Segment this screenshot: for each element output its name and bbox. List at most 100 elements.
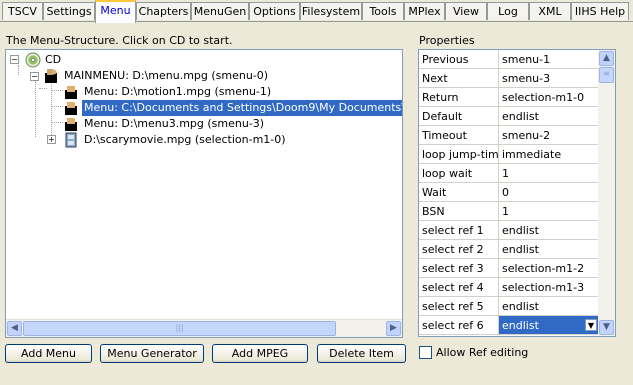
collapse-icon[interactable]: − [10,55,19,64]
tab-iihs-help[interactable]: IIHS Help [571,2,629,20]
property-name: Wait [419,183,499,202]
property-value[interactable]: smenu-2 [499,126,599,145]
tab-chapters[interactable]: Chapters [136,2,191,20]
property-name: Next [419,69,499,88]
tree-node-menu-1[interactable]: Menu: D:\motion1.mpg (smenu-1) [82,84,273,100]
scrollbar-thumb[interactable]: ||| [23,321,336,336]
property-row[interactable]: select ref 3 selection-m1-2 [419,259,599,278]
property-value[interactable]: endlist [499,297,599,316]
tree-line [51,122,63,123]
tab-settings[interactable]: Settings [43,2,95,20]
scrollbar-thumb[interactable]: ≡ [599,67,614,83]
property-value[interactable]: selection-m1-0 [499,88,599,107]
property-name: select ref 3 [419,259,499,278]
property-row[interactable]: loop jump-timing immediate [419,145,599,164]
property-row[interactable]: loop wait 1 [419,164,599,183]
property-value[interactable]: endlist [499,221,599,240]
tree-line [35,81,36,137]
property-row[interactable]: Previous smenu-1 [419,50,599,69]
property-name: loop jump-timing [419,145,499,164]
property-row[interactable]: Default endlist [419,107,599,126]
property-row[interactable]: select ref 1 endlist [419,221,599,240]
tab-menugen[interactable]: MenuGen [191,2,249,20]
dropdown-arrow-icon[interactable]: ▼ [585,319,597,331]
allow-ref-editing-checkbox[interactable] [419,346,432,359]
scroll-right-icon[interactable]: ▶ [386,321,401,336]
property-row[interactable]: select ref 4 selection-m1-3 [419,278,599,297]
scroll-down-icon[interactable]: ▼ [599,320,614,335]
property-name: Timeout [419,126,499,145]
add-menu-button[interactable]: Add Menu [5,344,92,363]
property-value[interactable]: endlist [499,240,599,259]
property-name: Return [419,88,499,107]
properties-grid[interactable]: Previous smenu-1 Next smenu-3 Return sel… [418,49,616,337]
property-value[interactable]: smenu-1 [499,50,599,69]
tab-tools[interactable]: Tools [362,2,404,20]
tree-line [51,79,52,143]
property-row[interactable]: Return selection-m1-0 [419,88,599,107]
tab-xml[interactable]: XML [529,2,571,20]
property-name: select ref 6 [419,316,499,335]
tree-node-menu-2[interactable]: Menu: C:\Documents and Settings\Doom9\My… [82,100,402,116]
tree-node-movie[interactable]: D:\scarymovie.mpg (selection-m1-0) [82,132,288,148]
tab-filesystem[interactable]: Filesystem [300,2,362,20]
tab-mplex[interactable]: MPlex [404,2,445,20]
property-value[interactable]: endlist [499,107,599,126]
film-icon [65,132,77,148]
delete-item-button[interactable]: Delete Item [317,344,406,363]
menu-page-icon [65,102,77,115]
properties-vertical-scrollbar[interactable]: ▲ ≡ ▼ [598,50,615,336]
property-value[interactable]: 1 [499,164,599,183]
property-value[interactable]: selection-m1-3 [499,278,599,297]
menu-folder-icon [45,69,57,83]
property-name: select ref 5 [419,297,499,316]
property-name: Previous [419,50,499,69]
tab-log[interactable]: Log [487,2,529,20]
menu-generator-button[interactable]: Menu Generator [100,344,204,363]
tree-node-cd[interactable]: CD [45,52,61,68]
tab-tscv[interactable]: TSCV [2,2,43,20]
expand-icon[interactable]: + [47,135,56,144]
property-row[interactable]: Next smenu-3 [419,69,599,88]
tab-view[interactable]: View [445,2,487,20]
menu-tree[interactable]: − CD − MAINMENU: D:\menu.mpg (smenu-0) M… [5,49,403,338]
tree-line [18,65,19,75]
menu-page-icon [65,86,77,99]
tree-line [51,106,63,107]
property-row[interactable]: select ref 6 endlist ▼ [419,316,599,335]
menu-page-icon [65,118,77,131]
property-value[interactable]: 0 [499,183,599,202]
tab-options[interactable]: Options [249,2,300,20]
tree-node-menu-3[interactable]: Menu: D:\menu3.mpg (smenu-3) [82,116,266,132]
property-name: loop wait [419,164,499,183]
property-value[interactable]: immediate [499,145,599,164]
scroll-up-icon[interactable]: ▲ [599,51,614,66]
property-row[interactable]: select ref 5 endlist [419,297,599,316]
property-name: select ref 4 [419,278,499,297]
tab-bar: TSCV Settings Menu Chapters MenuGen Opti… [0,0,633,23]
property-row[interactable]: Timeout smenu-2 [419,126,599,145]
property-row[interactable]: BSN 1 [419,202,599,221]
tree-horizontal-scrollbar[interactable]: ◀ ||| ▶ [6,319,402,337]
collapse-icon[interactable]: − [30,72,39,81]
add-mpeg-button[interactable]: Add MPEG [212,344,308,363]
cd-icon [25,52,41,68]
property-value-selected[interactable]: endlist [499,316,599,335]
property-name: BSN [419,202,499,221]
property-value[interactable]: smenu-3 [499,69,599,88]
properties-label: Properties [419,34,475,47]
tree-line [51,90,63,91]
property-name: select ref 2 [419,240,499,259]
tree-node-mainmenu[interactable]: MAINMENU: D:\menu.mpg (smenu-0) [64,68,268,84]
property-row[interactable]: Wait 0 [419,183,599,202]
property-name: Default [419,107,499,126]
scroll-left-icon[interactable]: ◀ [7,321,22,336]
property-value[interactable]: selection-m1-2 [499,259,599,278]
property-name: select ref 1 [419,221,499,240]
tab-menu[interactable]: Menu [95,0,136,23]
allow-ref-editing-label[interactable]: Allow Ref editing [436,346,528,359]
menu-structure-label: The Menu-Structure. Click on CD to start… [6,34,233,47]
property-row[interactable]: select ref 2 endlist [419,240,599,259]
property-value[interactable]: 1 [499,202,599,221]
tree-line [39,88,47,89]
